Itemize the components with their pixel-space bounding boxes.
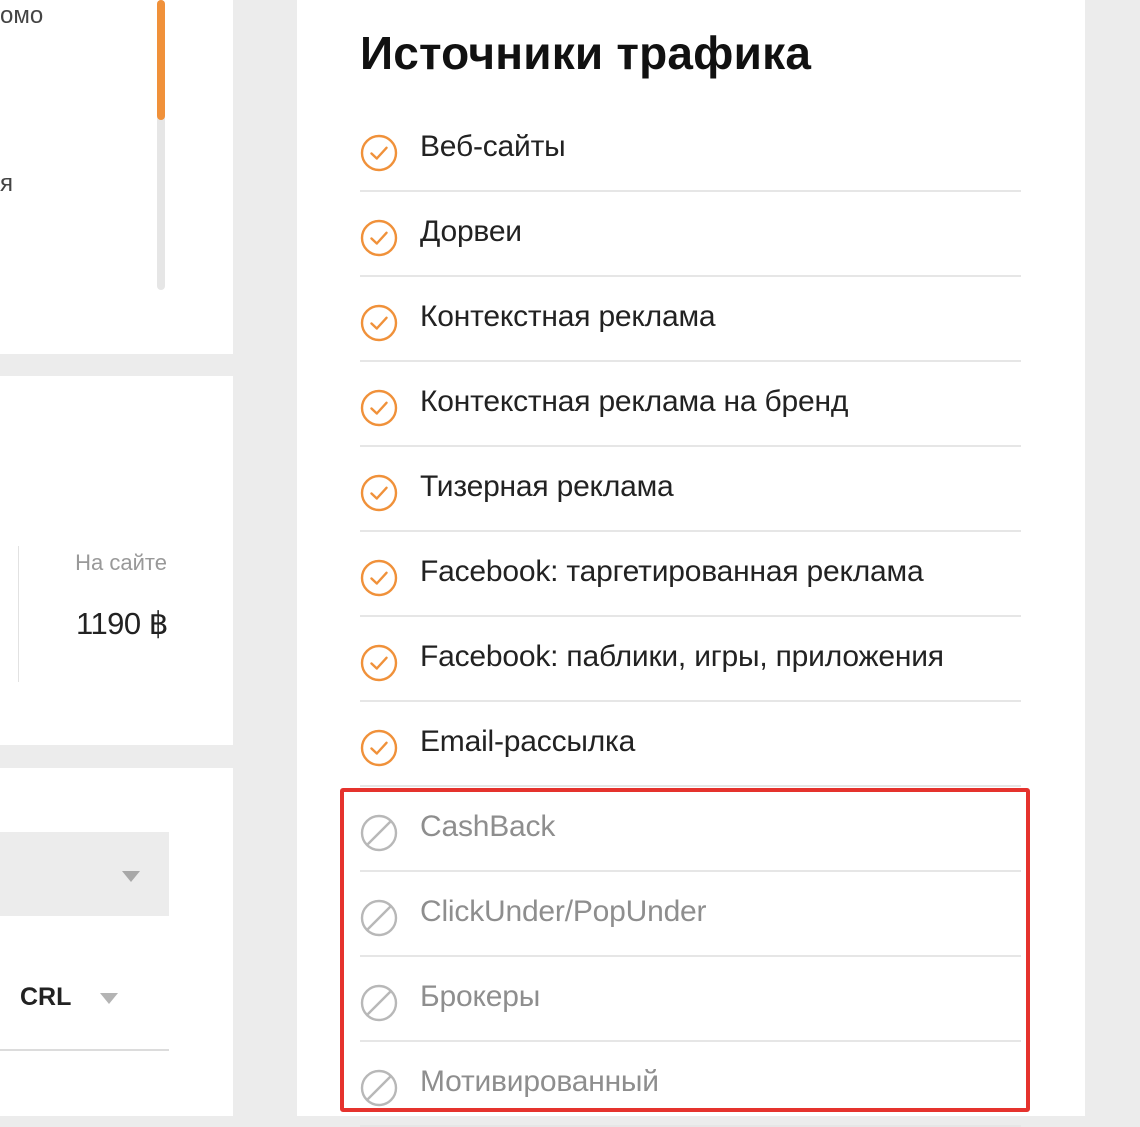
promo-text-fragment: омо [0,2,44,29]
on-site-price: 1190 ฿ [76,606,169,641]
traffic-source-label: Контекстная реклама [420,300,716,333]
check-circle-icon [360,729,398,767]
text-fragment: я [0,170,13,197]
check-circle-icon [360,474,398,512]
traffic-source-label: Тизерная реклама [420,470,674,503]
dropdown-select[interactable] [0,832,169,916]
dropdown-underline [0,1049,169,1051]
check-circle-icon [360,304,398,342]
traffic-source-item: Контекстная реклама [360,277,1021,362]
traffic-source-label: Email-рассылка [420,725,636,758]
traffic-source-label: Дорвеи [420,215,522,248]
column-divider [18,546,19,682]
check-circle-icon [360,389,398,427]
traffic-source-item: Дорвеи [360,192,1021,277]
left-panel-bottom [0,768,233,1116]
left-panel-top [0,0,233,354]
traffic-source-item: Facebook: паблики, игры, приложения [360,617,1021,702]
chevron-down-icon[interactable] [100,993,118,1004]
traffic-source-label: Facebook: таргетированная реклама [420,555,924,588]
currency-dropdown-label[interactable]: CRL [20,983,71,1012]
traffic-source-label: Facebook: паблики, игры, приложения [420,640,944,673]
check-circle-icon [360,559,398,597]
chevron-down-icon [122,871,140,882]
forbidden-sources-highlight [340,788,1030,1112]
traffic-source-label: Веб-сайты [420,130,566,163]
on-site-label: На сайте [75,550,167,575]
section-title: Источники трафика [360,27,812,79]
check-circle-icon [360,134,398,172]
check-circle-icon [360,644,398,682]
traffic-source-item: Email-рассылка [360,702,1021,787]
traffic-source-item: Тизерная реклама [360,447,1021,532]
check-circle-icon [360,219,398,257]
traffic-source-item: Контекстная реклама на бренд [360,362,1021,447]
traffic-source-label: Контекстная реклама на бренд [420,385,849,418]
traffic-source-item: Facebook: таргетированная реклама [360,532,1021,617]
scrollbar-thumb[interactable] [157,0,165,120]
traffic-source-item: Веб-сайты [360,107,1021,192]
